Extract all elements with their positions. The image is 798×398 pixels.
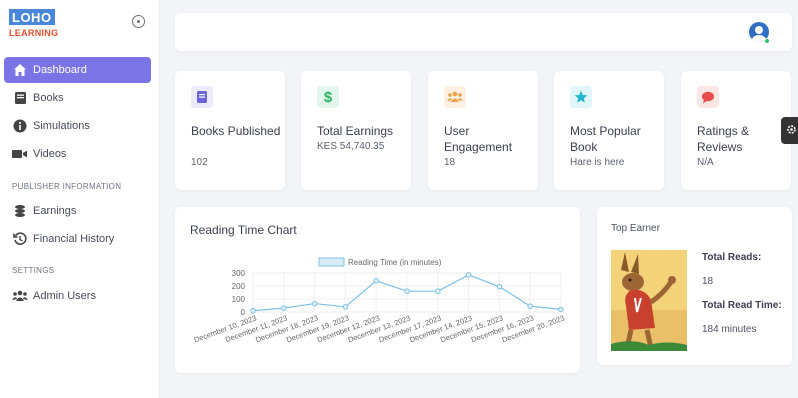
users-icon [12, 288, 28, 304]
coins-icon [12, 203, 28, 219]
data-point [311, 300, 318, 307]
video-icon [12, 146, 28, 162]
total-read-time-label: Total Read Time: [702, 300, 782, 311]
book-icon [12, 90, 28, 106]
stat-card-value: N/A [697, 157, 714, 168]
stat-card-ratings-reviews: Ratings & Reviews N/A [681, 71, 791, 190]
sidebar-item-simulations[interactable]: Simulations [4, 113, 151, 139]
data-point [281, 305, 287, 311]
section-title-publisher: PUBLISHER INFORMATION [12, 182, 122, 191]
stat-card-title: User Engagement [444, 124, 513, 154]
total-read-time-value: 184 minutes [702, 324, 757, 335]
data-point [527, 303, 534, 309]
reading-time-chart: Reading Time (in minutes)0100200300Decem… [193, 257, 566, 344]
chat-icon [697, 86, 719, 108]
dollar-icon: $ [317, 86, 339, 108]
stat-card-title: Ratings & Reviews [697, 124, 750, 154]
stat-card-value: KES 54,740.35 [317, 141, 385, 152]
book-icon [191, 86, 213, 108]
settings-side-tab[interactable] [781, 117, 798, 144]
users-icon [444, 86, 466, 108]
stat-card-title: Books Published [191, 124, 281, 138]
sidebar-item-books[interactable]: Books [4, 85, 151, 111]
y-tick-label: 200 [232, 282, 246, 291]
data-point [404, 288, 410, 294]
legend-swatch [318, 257, 345, 267]
stat-card-value: 102 [191, 157, 208, 168]
top-earner-card: Top Earner Total Reads: 18 Total Read Ti… [597, 207, 792, 365]
section-title-settings: SETTINGS [12, 266, 55, 275]
sidebar-item-videos[interactable]: Videos [4, 141, 151, 167]
top-earner-book-cover-image [611, 250, 687, 351]
logo-text-bottom: LEARNING [9, 28, 59, 38]
sidebar-item-label: Books [33, 92, 64, 104]
sidebar-item-label: Admin Users [33, 290, 96, 302]
y-tick-label: 100 [232, 295, 246, 304]
y-tick-label: 0 [241, 308, 246, 317]
data-point [465, 272, 472, 278]
top-earner-title: Top Earner [611, 223, 660, 234]
stat-card-value: Hare is here [570, 157, 625, 168]
stat-card-most-popular-book: Most Popular Book Hare is here [554, 71, 664, 190]
data-point [558, 306, 564, 313]
reading-time-chart-card: Reading Time Chart Reading Time (in minu… [175, 207, 580, 373]
sidebar-toggle-icon[interactable] [132, 15, 145, 28]
y-tick-label: 300 [232, 269, 246, 278]
data-point [373, 278, 379, 284]
home-icon [12, 62, 28, 78]
data-point [496, 283, 503, 290]
star-icon [570, 86, 592, 108]
data-point [250, 307, 256, 314]
sidebar-item-label: Dashboard [33, 64, 87, 76]
legend-label: Reading Time (in minutes) [348, 258, 442, 267]
sidebar-item-label: Videos [33, 148, 67, 160]
history-icon [12, 231, 28, 247]
total-reads-value: 18 [702, 276, 714, 287]
sidebar-item-label: Financial History [33, 233, 115, 245]
sidebar-item-label: Simulations [33, 120, 90, 132]
stat-card-value: 18 [444, 157, 456, 168]
sidebar-item-dashboard[interactable]: Dashboard [4, 57, 151, 83]
sidebar: LOHO LEARNING Dashboard Books Simulation… [0, 0, 160, 398]
logo-text-top: LOHO [9, 9, 55, 25]
gear-icon [786, 122, 797, 140]
data-point [342, 304, 349, 310]
stat-card-title: Total Earnings [317, 124, 394, 138]
data-point [435, 288, 441, 294]
total-reads-label: Total Reads: [702, 252, 762, 263]
logo[interactable]: LOHO LEARNING [9, 9, 58, 38]
sidebar-item-earnings[interactable]: Earnings [4, 198, 151, 224]
sidebar-item-label: Earnings [33, 205, 77, 217]
stat-card-total-earnings: $ Total Earnings KES 54,740.35 [301, 71, 411, 190]
stat-card-books-published: Books Published 102 [175, 71, 285, 190]
sidebar-item-financial-history[interactable]: Financial History [4, 226, 151, 252]
top-header [175, 13, 792, 51]
sidebar-item-admin-users[interactable]: Admin Users [4, 283, 151, 309]
stat-card-user-engagement: User Engagement 18 [428, 71, 538, 190]
online-status-dot [764, 38, 770, 44]
info-icon [12, 118, 28, 134]
stat-card-title: Most Popular Book [570, 124, 641, 154]
